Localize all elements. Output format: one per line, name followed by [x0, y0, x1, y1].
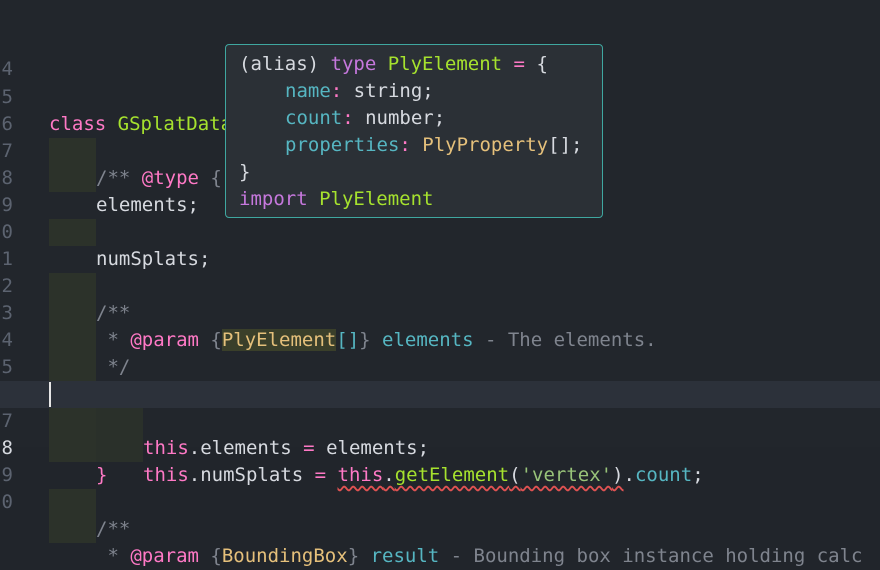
code-text: }: [96, 464, 108, 486]
code-text: this.numSplats = this.getElement('vertex…: [143, 464, 704, 486]
code-line[interactable]: 0 * @param {BoundingBox} result - Boundi…: [0, 435, 880, 567]
tooltip-field: properties: PlyProperty[];: [285, 134, 583, 156]
code-line[interactable]: 3 */: [0, 246, 880, 378]
code-text: * @param {BoundingBox} result - Bounding…: [96, 545, 863, 567]
tooltip-signature: (alias) type PlyElement = {: [239, 53, 548, 75]
code-text: /**: [96, 518, 131, 540]
code-line[interactable]: 9 /**: [0, 408, 880, 540]
tooltip-field: count: number;: [285, 107, 446, 129]
code-line[interactable]: 2 * @param {PlyElement[]} elements - The…: [0, 219, 880, 351]
code-line[interactable]: 6 this.numSplats = this.getElement('vert…: [0, 327, 880, 486]
tooltip-close: }: [239, 161, 251, 183]
indent-guide: [49, 516, 96, 543]
code-editor[interactable]: 4 5 class GSplatData { 6 /** @type { 7 e…: [0, 0, 880, 567]
code-line[interactable]: 5 this.elements = elements;: [0, 300, 880, 459]
tooltip-import: import PlyElement: [239, 188, 434, 210]
line-number: 0: [1, 491, 13, 513]
code-line[interactable]: 4: [0, 2, 880, 80]
indent-guide: [49, 489, 96, 516]
code-line[interactable]: 4 constructor(elements) {: [0, 273, 880, 405]
tooltip-field: name: string;: [285, 80, 434, 102]
text-cursor: [49, 382, 51, 407]
code-line[interactable]: 7 }: [0, 354, 880, 486]
current-line[interactable]: 8: [0, 381, 880, 459]
hover-tooltip[interactable]: (alias) type PlyElement = { name: string…: [225, 44, 603, 218]
error-squiggle[interactable]: this.getElement('vertex'): [338, 464, 624, 486]
